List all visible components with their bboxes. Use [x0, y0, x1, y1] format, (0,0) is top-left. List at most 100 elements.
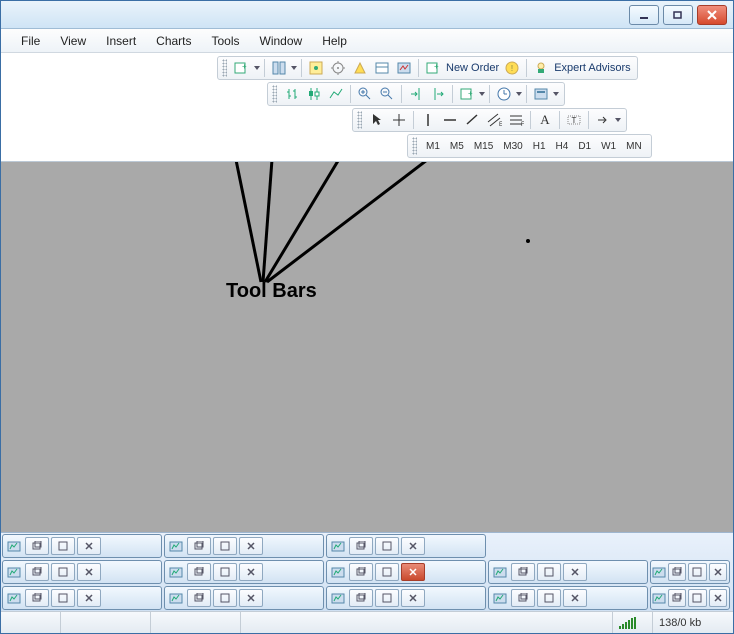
tf-m30[interactable]: M30	[499, 136, 526, 156]
chart-close-button[interactable]	[401, 537, 425, 555]
chart-maximize-button[interactable]	[213, 537, 237, 555]
text-label-button[interactable]: T	[564, 110, 584, 130]
chart-maximize-button[interactable]	[51, 589, 75, 607]
market-watch-button[interactable]	[306, 58, 326, 78]
toolbar-grip[interactable]	[357, 111, 362, 129]
templates-button[interactable]	[531, 84, 551, 104]
chart-close-button[interactable]	[239, 589, 263, 607]
chart-restore-button[interactable]	[25, 589, 49, 607]
chart-restore-button[interactable]	[187, 589, 211, 607]
close-button[interactable]	[697, 5, 727, 25]
chart-close-button[interactable]	[239, 537, 263, 555]
tf-d1[interactable]: D1	[574, 136, 595, 156]
tf-m5[interactable]: M5	[446, 136, 468, 156]
menu-tools[interactable]: Tools	[202, 34, 250, 48]
profiles-button[interactable]	[269, 58, 289, 78]
chart-maximize-button[interactable]	[537, 589, 561, 607]
strategy-tester-button[interactable]	[394, 58, 414, 78]
chart-maximize-button[interactable]	[688, 589, 706, 607]
new-chart-button[interactable]: +	[232, 58, 252, 78]
chart-close-button[interactable]	[77, 563, 101, 581]
crosshair-button[interactable]	[389, 110, 409, 130]
menu-view[interactable]: View	[50, 34, 96, 48]
chart-restore-button[interactable]	[349, 563, 373, 581]
chart-restore-button[interactable]	[187, 563, 211, 581]
candlestick-button[interactable]	[304, 84, 324, 104]
zoom-in-button[interactable]	[355, 84, 375, 104]
profiles-dropdown[interactable]	[290, 66, 298, 70]
tf-mn[interactable]: MN	[622, 136, 646, 156]
vertical-line-button[interactable]	[418, 110, 438, 130]
chart-close-button[interactable]	[77, 537, 101, 555]
chart-maximize-button[interactable]	[213, 589, 237, 607]
periodicity-button[interactable]	[494, 84, 514, 104]
chart-close-button[interactable]	[77, 589, 101, 607]
chart-restore-button[interactable]	[668, 563, 686, 581]
chart-restore-button[interactable]	[511, 563, 535, 581]
chart-maximize-button[interactable]	[51, 563, 75, 581]
chart-close-button[interactable]	[563, 563, 587, 581]
navigator-button[interactable]	[350, 58, 370, 78]
chart-maximize-button[interactable]	[375, 589, 399, 607]
toolbar-grip[interactable]	[222, 59, 227, 77]
chart-maximize-button[interactable]	[537, 563, 561, 581]
chart-maximize-button[interactable]	[213, 563, 237, 581]
expert-advisors-label[interactable]: Expert Advisors	[552, 62, 632, 74]
chart-shift-button[interactable]	[428, 84, 448, 104]
chart-close-button[interactable]	[563, 589, 587, 607]
new-order-icon[interactable]: +	[423, 58, 443, 78]
new-chart-dropdown[interactable]	[253, 66, 261, 70]
chart-maximize-button[interactable]	[375, 563, 399, 581]
periodicity-dropdown[interactable]	[515, 92, 523, 96]
tf-w1[interactable]: W1	[597, 136, 620, 156]
tf-h4[interactable]: H4	[552, 136, 573, 156]
chart-maximize-button[interactable]	[688, 563, 706, 581]
text-button[interactable]: A	[535, 110, 555, 130]
minimize-button[interactable]	[629, 5, 659, 25]
data-window-button[interactable]	[328, 58, 348, 78]
toolbar-grip[interactable]	[272, 85, 277, 103]
chart-restore-button[interactable]	[349, 589, 373, 607]
restore-button[interactable]	[663, 5, 693, 25]
new-order-label[interactable]: New Order	[444, 62, 501, 74]
chart-close-button[interactable]	[709, 563, 727, 581]
metaquotes-button[interactable]: !	[502, 58, 522, 78]
arrows-dropdown[interactable]	[614, 118, 622, 122]
line-chart-button[interactable]	[326, 84, 346, 104]
chart-maximize-button[interactable]	[51, 537, 75, 555]
chart-close-button[interactable]	[401, 589, 425, 607]
chart-restore-button[interactable]	[187, 537, 211, 555]
bar-chart-button[interactable]	[282, 84, 302, 104]
toolbar-grip[interactable]	[412, 137, 417, 155]
auto-scroll-button[interactable]	[406, 84, 426, 104]
chart-close-button[interactable]	[401, 563, 425, 581]
menu-file[interactable]: File	[11, 34, 50, 48]
menu-help[interactable]: Help	[312, 34, 357, 48]
indicators-dropdown[interactable]	[478, 92, 486, 96]
arrows-button[interactable]	[593, 110, 613, 130]
expert-advisors-icon[interactable]	[531, 58, 551, 78]
chart-close-button[interactable]	[239, 563, 263, 581]
tf-m1[interactable]: M1	[422, 136, 444, 156]
menu-insert[interactable]: Insert	[96, 34, 146, 48]
horizontal-line-button[interactable]	[440, 110, 460, 130]
fibonacci-button[interactable]: F	[506, 110, 526, 130]
zoom-out-button[interactable]	[377, 84, 397, 104]
chart-restore-button[interactable]	[668, 589, 686, 607]
chart-restore-button[interactable]	[25, 563, 49, 581]
menu-window[interactable]: Window	[250, 34, 313, 48]
menu-charts[interactable]: Charts	[146, 34, 201, 48]
tf-m15[interactable]: M15	[470, 136, 497, 156]
templates-dropdown[interactable]	[552, 92, 560, 96]
terminal-button[interactable]	[372, 58, 392, 78]
tf-h1[interactable]: H1	[529, 136, 550, 156]
chart-maximize-button[interactable]	[375, 537, 399, 555]
chart-close-button[interactable]	[709, 589, 727, 607]
cursor-button[interactable]	[367, 110, 387, 130]
trendline-button[interactable]	[462, 110, 482, 130]
indicators-button[interactable]: +	[457, 84, 477, 104]
chart-restore-button[interactable]	[349, 537, 373, 555]
equidistant-channel-button[interactable]: E	[484, 110, 504, 130]
chart-restore-button[interactable]	[511, 589, 535, 607]
chart-restore-button[interactable]	[25, 537, 49, 555]
